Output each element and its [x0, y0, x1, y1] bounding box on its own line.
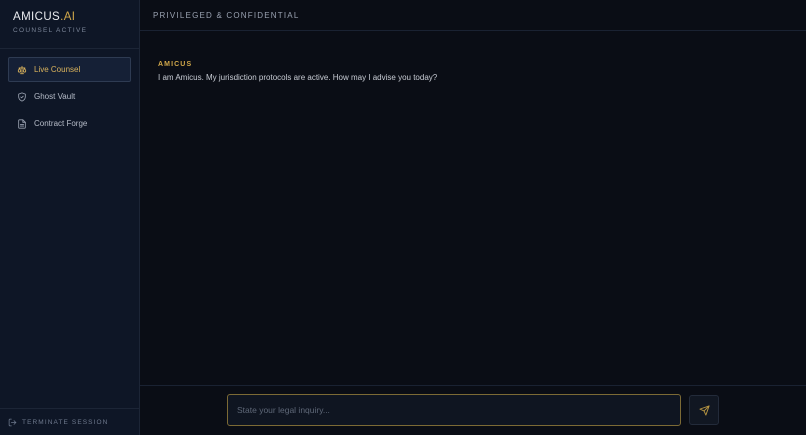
header: PRIVILEGED & CONFIDENTIAL	[140, 0, 806, 31]
terminate-session-label: TERMINATE SESSION	[22, 418, 109, 426]
sidebar-item-ghost-vault[interactable]: Ghost Vault	[8, 84, 131, 109]
sidebar-nav: Live Counsel Ghost Vault Contract Forge	[0, 49, 139, 136]
chat-thread: AMICUS I am Amicus. My jurisdiction prot…	[140, 31, 806, 82]
message-author: AMICUS	[158, 61, 193, 68]
legal-inquiry-input[interactable]	[227, 394, 681, 426]
message-text: I am Amicus. My jurisdiction protocols a…	[158, 73, 438, 82]
sidebar-item-label: Ghost Vault	[34, 92, 76, 101]
sidebar-item-label: Live Counsel	[34, 65, 81, 74]
main-panel: PRIVILEGED & CONFIDENTIAL AMICUS I am Am…	[140, 0, 806, 435]
sidebar-item-label: Contract Forge	[34, 119, 88, 128]
composer	[140, 385, 806, 435]
shield-icon	[17, 91, 27, 102]
logout-icon	[8, 418, 17, 427]
brand-name: AMICUS	[13, 11, 61, 23]
scale-icon	[17, 65, 27, 75]
page-title: PRIVILEGED & CONFIDENTIAL	[153, 10, 300, 20]
document-icon	[17, 118, 27, 129]
terminate-session-button[interactable]: TERMINATE SESSION	[0, 408, 139, 435]
sidebar-item-contract-forge[interactable]: Contract Forge	[8, 111, 131, 136]
sidebar: AMICUS.AI COUNSEL ACTIVE Live Counsel Gh…	[0, 0, 140, 435]
brand: AMICUS.AI COUNSEL ACTIVE	[0, 0, 139, 49]
brand-suffix: .AI	[60, 11, 76, 23]
chat-message: AMICUS I am Amicus. My jurisdiction prot…	[158, 61, 788, 82]
send-icon	[698, 404, 710, 416]
send-button[interactable]	[689, 395, 719, 425]
sidebar-item-live-counsel[interactable]: Live Counsel	[8, 57, 131, 82]
brand-logo: AMICUS.AI	[13, 11, 126, 23]
app-window: AMICUS.AI COUNSEL ACTIVE Live Counsel Gh…	[0, 0, 806, 435]
counsel-status: COUNSEL ACTIVE	[13, 27, 88, 34]
